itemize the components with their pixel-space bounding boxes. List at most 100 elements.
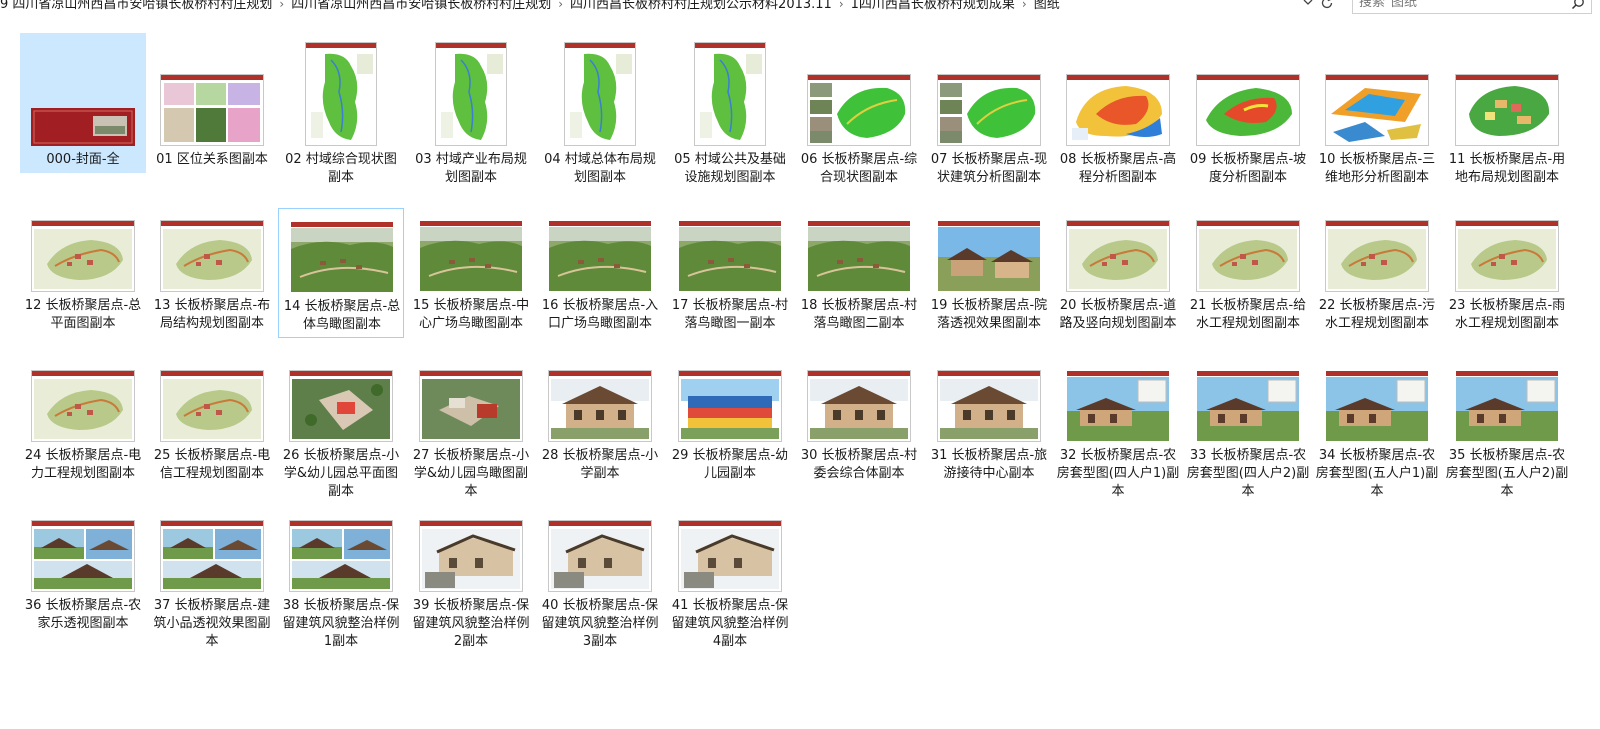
file-name: 37 长板桥聚居点-建筑小品透视效果图副本 [153, 598, 271, 649]
file-item[interactable]: 28 长板桥聚居点-小学副本 [537, 358, 663, 494]
file-item[interactable]: 14 长板桥聚居点-总体鸟瞰图副本 [278, 208, 404, 338]
file-name: 25 长板桥聚居点-电信工程规划图副本 [153, 448, 271, 481]
file-thumbnail [278, 42, 404, 146]
file-thumbnail [408, 220, 534, 292]
file-name: 17 长板桥聚居点-村落鸟瞰图一副本 [671, 298, 789, 331]
file-name: 03 村域产业布局规划图副本 [415, 152, 527, 185]
file-name: 15 长板桥聚居点-中心广场鸟瞰图副本 [412, 298, 530, 331]
file-item[interactable]: 26 长板桥聚居点-小学&幼儿园总平面图副本 [278, 358, 404, 499]
file-item[interactable]: 23 长板桥聚居点-雨水工程规划图副本 [1444, 208, 1570, 338]
file-item[interactable]: 37 长板桥聚居点-建筑小品透视效果图副本 [149, 507, 275, 649]
file-name: 31 长板桥聚居点-旅游接待中心副本 [930, 448, 1048, 481]
file-thumbnail [537, 220, 663, 292]
file-item[interactable]: 27 长板桥聚居点-小学&幼儿园鸟瞰图副本 [408, 358, 534, 499]
file-item[interactable]: 000-封面-全 [20, 33, 146, 173]
file-thumbnail [1055, 220, 1181, 292]
file-thumbnail [926, 74, 1052, 146]
file-item[interactable]: 16 长板桥聚居点-入口广场鸟瞰图副本 [537, 208, 663, 338]
file-thumbnail [1314, 220, 1440, 292]
file-thumbnail [926, 220, 1052, 292]
file-item[interactable]: 20 长板桥聚居点-道路及竖向规划图副本 [1055, 208, 1181, 338]
file-name: 40 长板桥聚居点-保留建筑风貌整治样例3副本 [541, 598, 659, 649]
file-item[interactable]: 17 长板桥聚居点-村落鸟瞰图一副本 [667, 208, 793, 338]
file-name: 35 长板桥聚居点-农房套型图(五人户2)副本 [1445, 448, 1569, 499]
file-item[interactable]: 40 长板桥聚居点-保留建筑风貌整治样例3副本 [537, 507, 663, 649]
file-name: 19 长板桥聚居点-院落透视效果图副本 [930, 298, 1048, 331]
file-thumbnail [926, 370, 1052, 442]
file-item[interactable]: 06 长板桥聚居点-综合现状图副本 [796, 33, 922, 185]
file-item[interactable]: 19 长板桥聚居点-院落透视效果图副本 [926, 208, 1052, 338]
file-name: 29 长板桥聚居点-幼儿园副本 [671, 448, 789, 481]
file-thumbnail [667, 520, 793, 592]
file-item[interactable]: 38 长板桥聚居点-保留建筑风貌整治样例1副本 [278, 507, 404, 649]
file-thumbnail [537, 370, 663, 442]
file-name: 18 长板桥聚居点-村落鸟瞰图二副本 [800, 298, 918, 331]
file-thumbnail [20, 220, 146, 292]
file-grid[interactable]: 000-封面-全 01 区位关系图副本 02 村域综合现状图副本 03 村域产业… [0, 0, 1600, 729]
file-item[interactable]: 07 长板桥聚居点-现状建筑分析图副本 [926, 33, 1052, 185]
file-item[interactable]: 13 长板桥聚居点-布局结构规划图副本 [149, 208, 275, 338]
file-item[interactable]: 31 长板桥聚居点-旅游接待中心副本 [926, 358, 1052, 494]
file-thumbnail [278, 370, 404, 442]
file-item[interactable]: 02 村域综合现状图副本 [278, 33, 404, 185]
file-thumbnail [1314, 370, 1440, 442]
file-name: 14 长板桥聚居点-总体鸟瞰图副本 [283, 299, 401, 332]
file-item[interactable]: 25 长板桥聚居点-电信工程规划图副本 [149, 358, 275, 494]
file-thumbnail [20, 108, 146, 146]
file-name: 32 长板桥聚居点-农房套型图(四人户1)副本 [1056, 448, 1180, 499]
file-thumbnail [408, 520, 534, 592]
file-item[interactable]: 34 长板桥聚居点-农房套型图(五人户1)副本 [1314, 358, 1440, 499]
file-item[interactable]: 11 长板桥聚居点-用地布局规划图副本 [1444, 33, 1570, 185]
file-name: 33 长板桥聚居点-农房套型图(四人户2)副本 [1186, 448, 1310, 499]
file-name: 30 长板桥聚居点-村委会综合体副本 [800, 448, 918, 481]
file-item[interactable]: 30 长板桥聚居点-村委会综合体副本 [796, 358, 922, 494]
file-thumbnail [1185, 220, 1311, 292]
file-name: 02 村域综合现状图副本 [285, 152, 397, 185]
file-item[interactable]: 15 长板桥聚居点-中心广场鸟瞰图副本 [408, 208, 534, 338]
file-item[interactable]: 09 长板桥聚居点-坡度分析图副本 [1185, 33, 1311, 185]
file-name: 12 长板桥聚居点-总平面图副本 [24, 298, 142, 331]
file-thumbnail [796, 74, 922, 146]
file-name: 27 长板桥聚居点-小学&幼儿园鸟瞰图副本 [412, 448, 530, 499]
file-item[interactable]: 39 长板桥聚居点-保留建筑风貌整治样例2副本 [408, 507, 534, 649]
file-name: 26 长板桥聚居点-小学&幼儿园总平面图副本 [282, 448, 400, 499]
file-item[interactable]: 29 长板桥聚居点-幼儿园副本 [667, 358, 793, 494]
file-name: 23 长板桥聚居点-雨水工程规划图副本 [1448, 298, 1566, 331]
file-thumbnail [1314, 74, 1440, 146]
file-item[interactable]: 33 长板桥聚居点-农房套型图(四人户2)副本 [1185, 358, 1311, 499]
file-item[interactable]: 32 长板桥聚居点-农房套型图(四人户1)副本 [1055, 358, 1181, 499]
file-thumbnail [278, 520, 404, 592]
file-item[interactable]: 24 长板桥聚居点-电力工程规划图副本 [20, 358, 146, 494]
file-thumbnail [667, 370, 793, 442]
file-thumbnail [149, 520, 275, 592]
file-thumbnail [796, 220, 922, 292]
file-item[interactable]: 35 长板桥聚居点-农房套型图(五人户2)副本 [1444, 358, 1570, 499]
file-thumbnail [20, 520, 146, 592]
file-item[interactable]: 05 村域公共及基础设施规划图副本 [667, 33, 793, 185]
file-item[interactable]: 12 长板桥聚居点-总平面图副本 [20, 208, 146, 338]
file-name: 000-封面-全 [46, 152, 120, 167]
file-item[interactable]: 08 长板桥聚居点-高程分析图副本 [1055, 33, 1181, 185]
file-thumbnail [279, 221, 405, 293]
file-item[interactable]: 36 长板桥聚居点-农家乐透视图副本 [20, 507, 146, 645]
file-item[interactable]: 10 长板桥聚居点-三维地形分析图副本 [1314, 33, 1440, 185]
file-item[interactable]: 18 长板桥聚居点-村落鸟瞰图二副本 [796, 208, 922, 338]
file-item[interactable]: 03 村域产业布局规划图副本 [408, 33, 534, 185]
file-item[interactable]: 04 村域总体布局规划图副本 [537, 33, 663, 185]
file-thumbnail [1185, 370, 1311, 442]
file-name: 21 长板桥聚居点-给水工程规划图副本 [1189, 298, 1307, 331]
file-item[interactable]: 41 长板桥聚居点-保留建筑风貌整治样例4副本 [667, 507, 793, 649]
file-thumbnail [149, 74, 275, 146]
file-item[interactable]: 21 长板桥聚居点-给水工程规划图副本 [1185, 208, 1311, 338]
file-thumbnail [796, 370, 922, 442]
file-item[interactable]: 22 长板桥聚居点-污水工程规划图副本 [1314, 208, 1440, 338]
file-name: 07 长板桥聚居点-现状建筑分析图副本 [930, 152, 1048, 185]
file-name: 11 长板桥聚居点-用地布局规划图副本 [1448, 152, 1566, 185]
file-name: 16 长板桥聚居点-入口广场鸟瞰图副本 [541, 298, 659, 331]
file-name: 13 长板桥聚居点-布局结构规划图副本 [153, 298, 271, 331]
file-thumbnail [537, 520, 663, 592]
file-name: 36 长板桥聚居点-农家乐透视图副本 [24, 598, 142, 631]
file-name: 34 长板桥聚居点-农房套型图(五人户1)副本 [1315, 448, 1439, 499]
file-thumbnail [667, 220, 793, 292]
file-item[interactable]: 01 区位关系图副本 [149, 33, 275, 173]
